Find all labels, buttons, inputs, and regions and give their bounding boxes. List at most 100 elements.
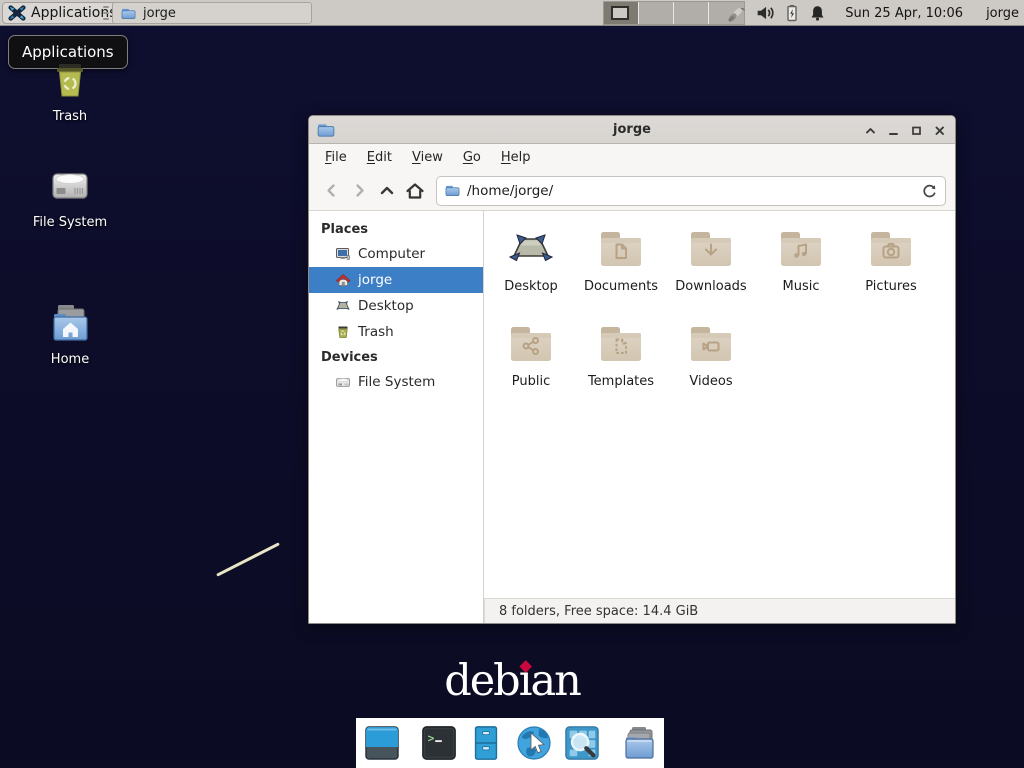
menu-file[interactable]: File — [315, 145, 357, 171]
toolbar: /home/jorge/ — [309, 171, 955, 211]
workspace-window-preview — [611, 6, 629, 20]
user-desktop-icon — [507, 225, 555, 273]
sidebar-item-computer[interactable]: Computer — [309, 241, 483, 267]
back-button[interactable] — [317, 177, 345, 205]
desktop-icon-filesystem[interactable]: File System — [24, 161, 116, 230]
trash-mini-icon — [335, 324, 351, 340]
show-desktop-icon — [362, 723, 402, 763]
workspace-3[interactable] — [674, 2, 709, 24]
desktop-icon-trash[interactable]: Trash — [24, 55, 116, 124]
file-item-pictures[interactable]: Pictures — [846, 225, 936, 320]
menu-help[interactable]: Help — [491, 145, 541, 171]
menu-edit[interactable]: Edit — [357, 145, 402, 171]
folder-pictures-icon — [867, 225, 915, 273]
devices-header: Devices — [309, 345, 483, 369]
file-item-desktop[interactable]: Desktop — [486, 225, 576, 320]
workspace-switcher — [603, 1, 745, 25]
taskbar-window-label: jorge — [143, 6, 176, 21]
panel-username[interactable]: jorge — [986, 6, 1019, 21]
window-title: jorge — [309, 122, 955, 137]
panel-clock[interactable]: Sun 25 Apr, 10:06 — [845, 6, 963, 21]
file-item-music[interactable]: Music — [756, 225, 846, 320]
home-button[interactable] — [401, 177, 429, 205]
web-browser-globe-icon — [514, 723, 554, 763]
statusbar-text: 8 folders, Free space: 14.4 GiB — [499, 604, 698, 619]
file-label: Videos — [689, 374, 732, 389]
file-label: Pictures — [865, 279, 916, 294]
file-label: Downloads — [675, 279, 746, 294]
notifications-bell-icon[interactable] — [809, 4, 826, 22]
terminal-launcher[interactable]: > — [420, 724, 458, 762]
titlebar[interactable]: jorge — [309, 116, 955, 144]
places-header: Places — [309, 217, 483, 241]
desktop-mini-icon — [335, 298, 351, 314]
titlebar-folder-icon — [317, 121, 335, 139]
up-button[interactable] — [373, 177, 401, 205]
battery-icon[interactable] — [784, 4, 800, 22]
file-manager-launcher[interactable] — [467, 724, 505, 762]
file-label: Templates — [588, 374, 654, 389]
sidebar-item-trash[interactable]: Trash — [309, 319, 483, 345]
sidebar-item-jorge[interactable]: jorge — [309, 267, 483, 293]
sidebar-item-filesystem[interactable]: File System — [309, 369, 483, 395]
system-tray: Sun 25 Apr, 10:06 jorge — [726, 0, 1019, 26]
main-pane: Desktop Documents — [484, 211, 955, 623]
location-path[interactable]: /home/jorge/ — [467, 183, 914, 199]
application-finder-launcher[interactable] — [563, 724, 601, 762]
desktop-icon-home[interactable]: Home — [24, 298, 116, 367]
forward-button[interactable] — [345, 177, 373, 205]
workspace-2[interactable] — [639, 2, 674, 24]
top-panel: Applications jorge — [0, 0, 1024, 26]
directory-menu-button[interactable] — [619, 723, 659, 763]
file-item-downloads[interactable]: Downloads — [666, 225, 756, 320]
file-item-templates[interactable]: Templates — [576, 320, 666, 415]
menu-go[interactable]: Go — [453, 145, 491, 171]
location-folder-icon — [445, 183, 460, 198]
window-folder-icon — [121, 6, 136, 21]
home-icon — [405, 182, 425, 200]
file-manager-window: jorge File Edit View Go Help — [308, 115, 956, 624]
minimize-button[interactable] — [885, 122, 901, 138]
workspace-1[interactable] — [604, 2, 639, 24]
stray-paint-line — [216, 542, 280, 576]
show-desktop-button[interactable] — [362, 723, 402, 763]
desktop-icon-label: Home — [51, 352, 89, 367]
file-label: Documents — [584, 279, 658, 294]
folder-templates-icon — [597, 320, 645, 368]
file-label: Desktop — [504, 279, 558, 294]
taskbar-window-button[interactable]: jorge — [112, 2, 312, 24]
harddrive-icon — [46, 161, 94, 209]
file-item-public[interactable]: Public — [486, 320, 576, 415]
folder-publicshare-icon — [507, 320, 555, 368]
file-item-documents[interactable]: Documents — [576, 225, 666, 320]
panel-handle[interactable] — [103, 6, 109, 20]
volume-icon[interactable] — [756, 4, 775, 22]
close-button[interactable] — [931, 122, 947, 138]
user-home-icon — [335, 272, 351, 288]
shade-button[interactable] — [862, 122, 878, 138]
application-finder-icon — [563, 724, 601, 762]
maximize-button[interactable] — [908, 122, 924, 138]
desktop-icon-label: Trash — [53, 109, 87, 124]
stylus-tray-icon[interactable] — [726, 4, 747, 23]
location-bar[interactable]: /home/jorge/ — [436, 176, 946, 206]
svg-text:>: > — [427, 731, 434, 745]
desktop-root: Applications jorge — [0, 0, 1024, 768]
menubar: File Edit View Go Help — [309, 144, 955, 171]
folder-documents-icon — [597, 225, 645, 273]
folder-music-icon — [777, 225, 825, 273]
drive-mini-icon — [335, 374, 351, 390]
file-item-videos[interactable]: Videos — [666, 320, 756, 415]
terminal-icon: > — [420, 724, 458, 762]
sidebar-item-desktop[interactable]: Desktop — [309, 293, 483, 319]
reload-icon[interactable] — [921, 183, 937, 199]
directory-folder-icon — [619, 723, 659, 763]
trash-icon — [46, 55, 94, 103]
file-cabinet-icon — [467, 724, 505, 762]
file-label: Music — [783, 279, 820, 294]
sidebar-item-label: Trash — [358, 324, 394, 340]
folder-download-icon — [687, 225, 735, 273]
menu-view[interactable]: View — [402, 145, 453, 171]
sidebar-item-label: jorge — [358, 272, 392, 288]
web-browser-launcher[interactable] — [514, 723, 554, 763]
